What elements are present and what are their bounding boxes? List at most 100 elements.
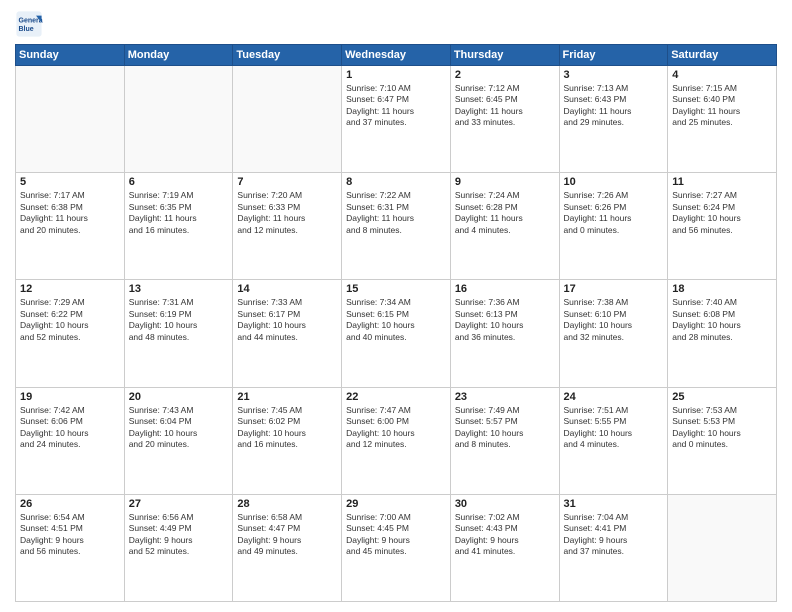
calendar-cell: 18 Sunrise: 7:40 AM Sunset: 6:08 PM Dayli… <box>668 280 777 387</box>
day-number: 11 <box>672 176 772 188</box>
day-number: 18 <box>672 283 772 295</box>
day-number: 19 <box>20 391 120 403</box>
calendar-cell <box>233 66 342 173</box>
weekday-header-thursday: Thursday <box>450 45 559 66</box>
day-info: Sunrise: 7:53 AM Sunset: 5:53 PM Dayligh… <box>672 405 772 451</box>
calendar-cell: 7 Sunrise: 7:20 AM Sunset: 6:33 PM Daylig… <box>233 173 342 280</box>
day-number: 22 <box>346 391 446 403</box>
day-number: 9 <box>455 176 555 188</box>
day-number: 12 <box>20 283 120 295</box>
day-number: 23 <box>455 391 555 403</box>
day-info: Sunrise: 7:29 AM Sunset: 6:22 PM Dayligh… <box>20 297 120 343</box>
weekday-header-saturday: Saturday <box>668 45 777 66</box>
calendar-cell: 2 Sunrise: 7:12 AM Sunset: 6:45 PM Daylig… <box>450 66 559 173</box>
day-info: Sunrise: 7:42 AM Sunset: 6:06 PM Dayligh… <box>20 405 120 451</box>
day-info: Sunrise: 7:40 AM Sunset: 6:08 PM Dayligh… <box>672 297 772 343</box>
day-number: 14 <box>237 283 337 295</box>
day-number: 15 <box>346 283 446 295</box>
calendar-cell: 4 Sunrise: 7:15 AM Sunset: 6:40 PM Daylig… <box>668 66 777 173</box>
calendar-cell: 22 Sunrise: 7:47 AM Sunset: 6:00 PM Dayli… <box>342 387 451 494</box>
day-number: 1 <box>346 69 446 81</box>
svg-text:Blue: Blue <box>19 26 34 33</box>
calendar-table: SundayMondayTuesdayWednesdayThursdayFrid… <box>15 44 777 602</box>
day-number: 27 <box>129 498 229 510</box>
day-info: Sunrise: 7:04 AM Sunset: 4:41 PM Dayligh… <box>564 512 664 558</box>
day-number: 30 <box>455 498 555 510</box>
calendar-cell: 21 Sunrise: 7:45 AM Sunset: 6:02 PM Dayli… <box>233 387 342 494</box>
day-number: 7 <box>237 176 337 188</box>
week-row-4: 26 Sunrise: 6:54 AM Sunset: 4:51 PM Dayli… <box>16 494 777 601</box>
day-number: 31 <box>564 498 664 510</box>
day-number: 10 <box>564 176 664 188</box>
calendar-cell: 11Sunrise: 7:27 AM Sunset: 6:24 PM Dayli… <box>668 173 777 280</box>
day-info: Sunrise: 7:45 AM Sunset: 6:02 PM Dayligh… <box>237 405 337 451</box>
day-info: Sunrise: 6:54 AM Sunset: 4:51 PM Dayligh… <box>20 512 120 558</box>
day-info: Sunrise: 7:02 AM Sunset: 4:43 PM Dayligh… <box>455 512 555 558</box>
calendar-cell: 3 Sunrise: 7:13 AM Sunset: 6:43 PM Daylig… <box>559 66 668 173</box>
day-number: 4 <box>672 69 772 81</box>
day-info: Sunrise: 7:17 AM Sunset: 6:38 PM Dayligh… <box>20 190 120 236</box>
calendar-cell: 26 Sunrise: 6:54 AM Sunset: 4:51 PM Dayli… <box>16 494 125 601</box>
day-info: Sunrise: 7:22 AM Sunset: 6:31 PM Dayligh… <box>346 190 446 236</box>
calendar-cell: 14 Sunrise: 7:33 AM Sunset: 6:17 PM Dayli… <box>233 280 342 387</box>
logo-icon: General Blue <box>15 10 43 38</box>
calendar-cell: 23Sunrise: 7:49 AM Sunset: 5:57 PM Dayli… <box>450 387 559 494</box>
day-number: 28 <box>237 498 337 510</box>
day-number: 3 <box>564 69 664 81</box>
logo: General Blue <box>15 10 47 38</box>
day-number: 26 <box>20 498 120 510</box>
day-info: Sunrise: 7:26 AM Sunset: 6:26 PM Dayligh… <box>564 190 664 236</box>
week-row-1: 5 Sunrise: 7:17 AM Sunset: 6:38 PM Daylig… <box>16 173 777 280</box>
calendar-cell: 31 Sunrise: 7:04 AM Sunset: 4:41 PM Dayli… <box>559 494 668 601</box>
weekday-header-wednesday: Wednesday <box>342 45 451 66</box>
day-info: Sunrise: 7:33 AM Sunset: 6:17 PM Dayligh… <box>237 297 337 343</box>
day-number: 8 <box>346 176 446 188</box>
day-number: 29 <box>346 498 446 510</box>
week-row-2: 12 Sunrise: 7:29 AM Sunset: 6:22 PM Dayli… <box>16 280 777 387</box>
day-info: Sunrise: 7:20 AM Sunset: 6:33 PM Dayligh… <box>237 190 337 236</box>
day-number: 5 <box>20 176 120 188</box>
calendar-cell: 13 Sunrise: 7:31 AM Sunset: 6:19 PM Dayli… <box>124 280 233 387</box>
day-number: 17 <box>564 283 664 295</box>
calendar-cell: 20Sunrise: 7:43 AM Sunset: 6:04 PM Dayli… <box>124 387 233 494</box>
day-info: Sunrise: 7:43 AM Sunset: 6:04 PM Dayligh… <box>129 405 229 451</box>
day-info: Sunrise: 7:31 AM Sunset: 6:19 PM Dayligh… <box>129 297 229 343</box>
weekday-header-friday: Friday <box>559 45 668 66</box>
day-number: 13 <box>129 283 229 295</box>
calendar-cell: 17Sunrise: 7:38 AM Sunset: 6:10 PM Dayli… <box>559 280 668 387</box>
calendar-cell: 9 Sunrise: 7:24 AM Sunset: 6:28 PM Daylig… <box>450 173 559 280</box>
calendar-cell <box>16 66 125 173</box>
day-info: Sunrise: 7:51 AM Sunset: 5:55 PM Dayligh… <box>564 405 664 451</box>
day-info: Sunrise: 7:15 AM Sunset: 6:40 PM Dayligh… <box>672 83 772 129</box>
calendar-cell: 24 Sunrise: 7:51 AM Sunset: 5:55 PM Dayli… <box>559 387 668 494</box>
day-info: Sunrise: 7:34 AM Sunset: 6:15 PM Dayligh… <box>346 297 446 343</box>
calendar-cell: 6Sunrise: 7:19 AM Sunset: 6:35 PM Daylig… <box>124 173 233 280</box>
week-row-3: 19 Sunrise: 7:42 AM Sunset: 6:06 PM Dayli… <box>16 387 777 494</box>
calendar-cell <box>124 66 233 173</box>
weekday-header-row: SundayMondayTuesdayWednesdayThursdayFrid… <box>16 45 777 66</box>
calendar-cell: 19 Sunrise: 7:42 AM Sunset: 6:06 PM Dayli… <box>16 387 125 494</box>
calendar-cell <box>668 494 777 601</box>
calendar-cell: 27Sunrise: 6:56 AM Sunset: 4:49 PM Dayli… <box>124 494 233 601</box>
calendar-cell: 16Sunrise: 7:36 AM Sunset: 6:13 PM Dayli… <box>450 280 559 387</box>
day-number: 2 <box>455 69 555 81</box>
day-number: 21 <box>237 391 337 403</box>
calendar-cell: 30 Sunrise: 7:02 AM Sunset: 4:43 PM Dayli… <box>450 494 559 601</box>
calendar-cell: 12 Sunrise: 7:29 AM Sunset: 6:22 PM Dayli… <box>16 280 125 387</box>
header: General Blue <box>15 10 777 38</box>
day-info: Sunrise: 7:00 AM Sunset: 4:45 PM Dayligh… <box>346 512 446 558</box>
calendar-cell: 8 Sunrise: 7:22 AM Sunset: 6:31 PM Daylig… <box>342 173 451 280</box>
day-number: 24 <box>564 391 664 403</box>
day-info: Sunrise: 7:13 AM Sunset: 6:43 PM Dayligh… <box>564 83 664 129</box>
calendar-cell: 15 Sunrise: 7:34 AM Sunset: 6:15 PM Dayli… <box>342 280 451 387</box>
day-info: Sunrise: 7:24 AM Sunset: 6:28 PM Dayligh… <box>455 190 555 236</box>
weekday-header-sunday: Sunday <box>16 45 125 66</box>
weekday-header-tuesday: Tuesday <box>233 45 342 66</box>
day-info: Sunrise: 7:36 AM Sunset: 6:13 PM Dayligh… <box>455 297 555 343</box>
calendar-cell: 29 Sunrise: 7:00 AM Sunset: 4:45 PM Dayli… <box>342 494 451 601</box>
calendar-cell: 25Sunrise: 7:53 AM Sunset: 5:53 PM Dayli… <box>668 387 777 494</box>
day-info: Sunrise: 7:12 AM Sunset: 6:45 PM Dayligh… <box>455 83 555 129</box>
day-number: 6 <box>129 176 229 188</box>
day-info: Sunrise: 7:47 AM Sunset: 6:00 PM Dayligh… <box>346 405 446 451</box>
calendar-cell: 28Sunrise: 6:58 AM Sunset: 4:47 PM Dayli… <box>233 494 342 601</box>
